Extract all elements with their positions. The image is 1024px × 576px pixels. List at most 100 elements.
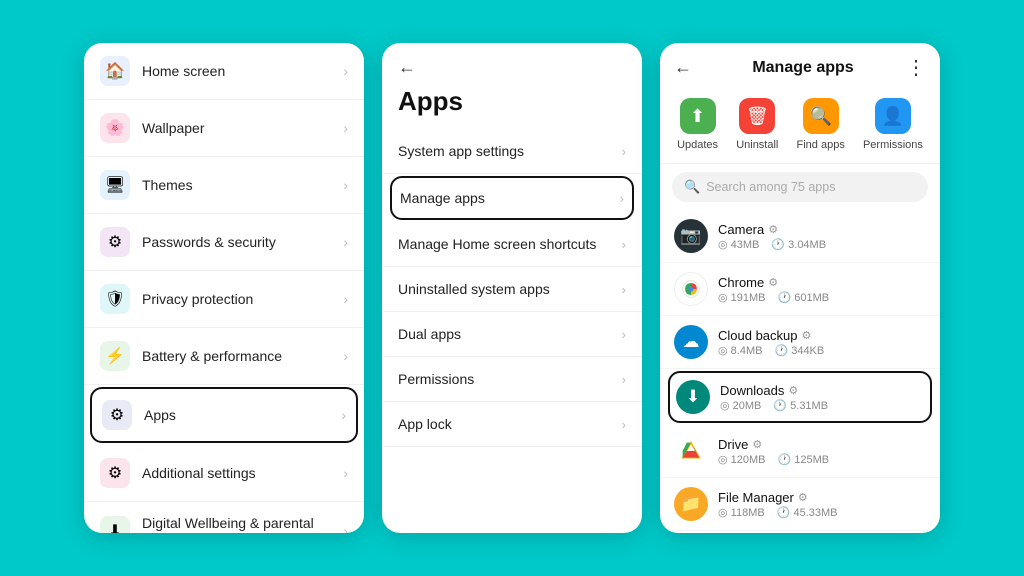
app-item-chrome[interactable]: Chrome ⚙◎ 191MB 🕐 601MB [660, 263, 940, 316]
dual-apps-label: Dual apps [398, 326, 622, 342]
back-button[interactable]: ← [398, 57, 416, 78]
cloud-backup-icon: ☁ [674, 325, 708, 359]
drive-name: Drive ⚙ [718, 437, 926, 452]
camera-info: Camera ⚙◎ 43MB 🕐 3.04MB [718, 222, 926, 251]
manage-apps-header: ← Manage apps ⋮ [660, 43, 940, 88]
menu-item-system-app-settings[interactable]: System app settings› [382, 129, 642, 174]
menu-item-uninstalled-system-apps[interactable]: Uninstalled system apps› [382, 267, 642, 312]
downloads-icon: ⬇ [676, 380, 710, 414]
apps-screen: ← Apps System app settings›Manage apps›M… [382, 43, 642, 533]
chevron-right-icon: › [622, 237, 626, 252]
app-item-file-manager[interactable]: 📁File Manager ⚙◎ 118MB🕐 45.33MB [660, 478, 940, 531]
file-manager-name: File Manager ⚙ [718, 490, 926, 505]
sidebar-item-passwords-security[interactable]: ⚙ Passwords & security› [84, 214, 364, 271]
settings-icon: ⚙ [788, 384, 798, 397]
menu-item-manage-apps[interactable]: Manage apps› [390, 176, 634, 220]
manage-apps-title: Manage apps [700, 59, 906, 77]
permissions-label: Permissions [863, 139, 923, 151]
app-lock-label: App lock [398, 416, 622, 432]
quick-action-uninstall[interactable]: 🗑Uninstall [736, 98, 778, 151]
chrome-cache: 🕐 601MB [778, 291, 830, 304]
wallpaper-label: Wallpaper [142, 120, 343, 136]
privacy-protection-label: Privacy protection [142, 291, 343, 307]
menu-item-manage-home-screen[interactable]: Manage Home screen shortcuts› [382, 222, 642, 267]
settings-list: 🏠Home screen›🌸Wallpaper›🖥Themes› ⚙ Passwor… [84, 43, 364, 533]
sidebar-item-wallpaper[interactable]: 🌸Wallpaper› [84, 100, 364, 157]
uninstalled-system-apps-label: Uninstalled system apps [398, 281, 622, 297]
cloud-backup-cache: 🕐 344KB [774, 344, 824, 357]
sidebar-item-themes[interactable]: 🖥Themes› [84, 157, 364, 214]
sidebar-item-apps[interactable]: ⚙Apps› [90, 387, 358, 443]
sidebar-item-additional-settings[interactable]: ⚙Additional settings› [84, 445, 364, 502]
find-apps-label: Find apps [797, 139, 845, 151]
digital-wellbeing-icon: ⬇ [100, 516, 130, 533]
sidebar-item-digital-wellbeing[interactable]: ⬇Digital Wellbeing & parental controls› [84, 502, 364, 533]
additional-settings-icon: ⚙ [100, 458, 130, 488]
downloads-info: Downloads ⚙◎ 20MB 🕐 5.31MB [720, 383, 924, 412]
camera-cache: 🕐 3.04MB [771, 238, 826, 251]
file-manager-storage: ◎ 118MB [718, 506, 765, 519]
drive-meta: ◎ 120MB🕐 125MB [718, 453, 926, 466]
chevron-right-icon: › [343, 234, 348, 250]
chevron-right-icon: › [343, 120, 348, 136]
chevron-right-icon: › [622, 144, 626, 159]
drive-cache: 🕐 125MB [778, 453, 830, 466]
sidebar-item-battery-performance[interactable]: ⚡Battery & performance› [84, 328, 364, 385]
apps-icon: ⚙ [102, 400, 132, 430]
apps-label: Apps [144, 407, 341, 423]
app-list: 📷Camera ⚙◎ 43MB🕐 3.04MBChrome ⚙◎ 191MB🕐 … [660, 210, 940, 531]
sidebar-item-privacy-protection[interactable]: 🛡Privacy protection› [84, 271, 364, 328]
search-bar[interactable]: 🔍 Search among 75 apps [672, 172, 928, 202]
settings-icon: ⚙ [752, 438, 762, 451]
passwords-security-icon: ⚙ [100, 227, 130, 257]
apps-header: ← [382, 43, 642, 82]
app-item-cloud-backup[interactable]: ☁ Cloud backup ⚙◎ 8.4MB🕐 344KB [660, 316, 940, 369]
chrome-name: Chrome ⚙ [718, 275, 926, 290]
updates-label: Updates [677, 139, 718, 151]
menu-item-app-lock[interactable]: App lock› [382, 402, 642, 447]
quick-action-permissions[interactable]: 👤Permissions [863, 98, 923, 151]
menu-item-permissions[interactable]: Permissions› [382, 357, 642, 402]
file-manager-cache: 🕐 45.33MB [777, 506, 838, 519]
search-icon: 🔍 [684, 179, 700, 195]
app-item-camera[interactable]: 📷Camera ⚙◎ 43MB🕐 3.04MB [660, 210, 940, 263]
chrome-icon [674, 272, 708, 306]
chrome-meta: ◎ 191MB 🕐 601MB [718, 291, 926, 304]
chevron-right-icon: › [343, 291, 348, 307]
battery-performance-label: Battery & performance [142, 348, 343, 364]
quick-actions-bar: ⬆ Updates 🗑Uninstall 🔍Find apps 👤Permissions [660, 88, 940, 164]
quick-action-updates[interactable]: ⬆ Updates [677, 98, 718, 151]
chrome-storage: ◎ 191MB [718, 291, 766, 304]
sidebar-item-home-screen[interactable]: 🏠Home screen› [84, 43, 364, 100]
settings-icon: ⚙ [802, 329, 812, 342]
camera-name: Camera ⚙ [718, 222, 926, 237]
settings-icon: ⚙ [768, 276, 778, 289]
menu-item-dual-apps[interactable]: Dual apps› [382, 312, 642, 357]
manage-back-button[interactable]: ← [674, 57, 692, 78]
chevron-right-icon: › [622, 327, 626, 342]
chevron-right-icon: › [622, 417, 626, 432]
digital-wellbeing-label: Digital Wellbeing & parental controls [142, 515, 343, 533]
uninstall-icon: 🗑 [739, 98, 775, 134]
chrome-info: Chrome ⚙◎ 191MB 🕐 601MB [718, 275, 926, 304]
downloads-name: Downloads ⚙ [720, 383, 924, 398]
file-manager-info: File Manager ⚙◎ 118MB 🕐 45.33MB [718, 490, 926, 519]
passwords-security-label: Passwords & security [142, 234, 343, 250]
downloads-cache: 🕐 5.31MB [773, 399, 828, 412]
updates-icon: ⬆ [680, 98, 716, 134]
screens-container: 🏠Home screen›🌸Wallpaper›🖥Themes› ⚙ Passwor… [60, 19, 964, 557]
themes-label: Themes [142, 177, 343, 193]
manage-apps-label: Manage apps [400, 190, 620, 206]
cloud-backup-info: Cloud backup ⚙◎ 8.4MB🕐 344KB [718, 328, 926, 357]
chevron-right-icon: › [343, 177, 348, 193]
downloads-meta: ◎ 20MB 🕐 5.31MB [720, 399, 924, 412]
drive-info: Drive ⚙◎ 120MB🕐 125MB [718, 437, 926, 466]
quick-action-find-apps[interactable]: 🔍Find apps [797, 98, 845, 151]
downloads-storage: ◎ 20MB [720, 399, 761, 412]
apps-title: Apps [382, 82, 642, 129]
app-item-drive[interactable]: Drive ⚙◎ 120MB🕐 125MB [660, 425, 940, 478]
camera-storage: ◎ 43MB [718, 238, 759, 251]
chevron-right-icon: › [343, 348, 348, 364]
more-options-button[interactable]: ⋮ [906, 55, 926, 80]
app-item-downloads[interactable]: ⬇ Downloads ⚙◎ 20MB 🕐 5.31MB [668, 371, 932, 423]
